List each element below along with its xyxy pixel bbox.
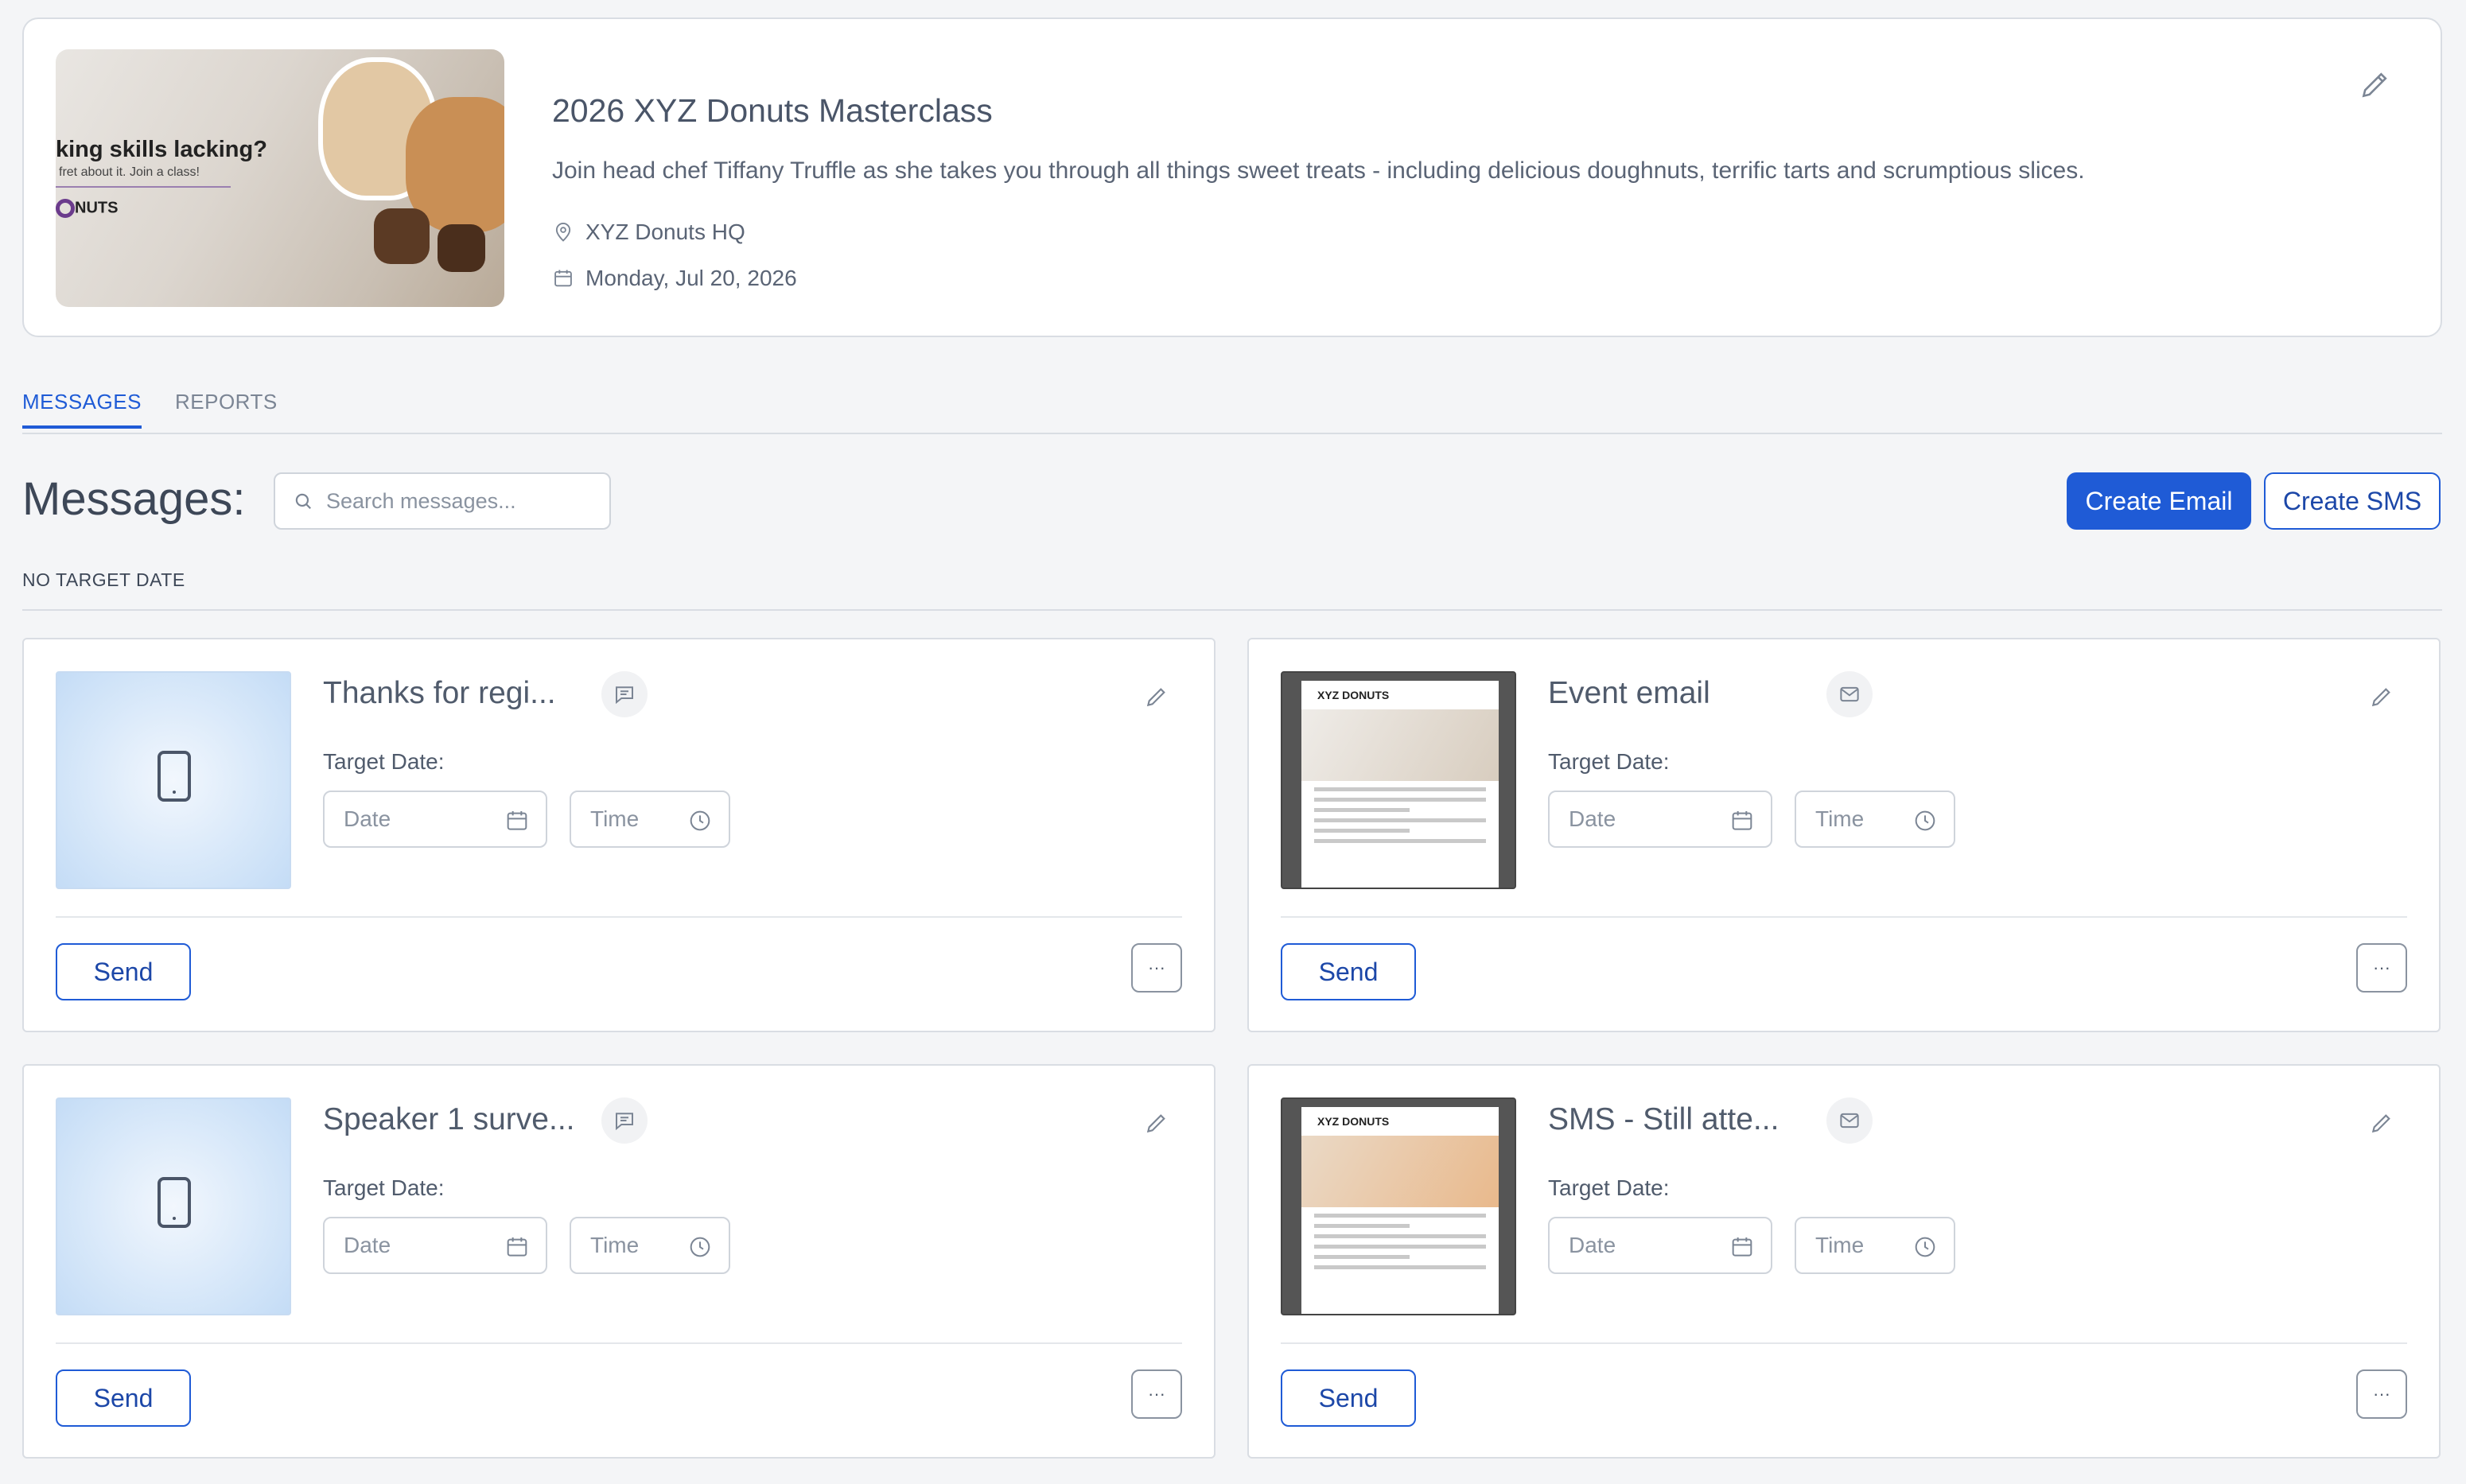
edit-event-icon[interactable] (2358, 67, 2393, 102)
send-button[interactable]: Send (1281, 1369, 1416, 1427)
chat-icon (601, 671, 648, 717)
edit-message-icon[interactable] (1144, 1110, 1169, 1136)
edit-message-icon[interactable] (1144, 684, 1169, 709)
email-preview-hero (1301, 1136, 1499, 1207)
date-field[interactable]: Date (1548, 791, 1772, 848)
event-description: Join head chef Tiffany Truffle as she ta… (552, 157, 2085, 184)
message-card: Thanks for regi... Target Date: Date Tim… (22, 638, 1215, 1032)
time-placeholder: Time (1815, 1233, 1865, 1257)
target-date-label: Target Date: (1548, 1175, 1670, 1200)
message-title: Thanks for regi... (323, 676, 556, 710)
date-placeholder: Date (1569, 806, 1616, 831)
message-card: XYZ DONUTS Event email Target Date: Date… (1247, 638, 2441, 1032)
calendar-icon (507, 811, 527, 830)
tab-bar: MESSAGES REPORTS (22, 390, 2442, 434)
tab-messages[interactable]: MESSAGES (22, 390, 142, 429)
phone-icon (158, 1177, 191, 1228)
thumbnail-headline: king skills lacking? (56, 137, 267, 162)
date-field[interactable]: Date (1548, 1217, 1772, 1274)
email-preview-logo: XYZ DONUTS (1317, 689, 1390, 701)
event-date-text: Monday, Jul 20, 2026 (585, 266, 797, 290)
thumbnail-subline: fret about it. Join a class! (59, 165, 200, 179)
search-box (274, 472, 611, 530)
time-placeholder: Time (590, 806, 640, 831)
mail-icon (1826, 671, 1873, 717)
event-location-text: XYZ Donuts HQ (585, 219, 745, 244)
clock-icon (1915, 1237, 1935, 1257)
create-sms-button[interactable]: Create SMS (2264, 472, 2441, 530)
time-field[interactable]: Time (570, 791, 730, 848)
card-divider (1281, 916, 2407, 918)
tab-reports[interactable]: REPORTS (175, 390, 278, 425)
time-field[interactable]: Time (570, 1217, 730, 1274)
location-pin-icon (555, 223, 571, 242)
email-thumbnail[interactable]: XYZ DONUTS (1281, 671, 1516, 889)
donut-logo-icon (56, 199, 75, 218)
calendar-icon (1732, 1237, 1752, 1257)
date-field[interactable]: Date (323, 791, 547, 848)
more-options-button[interactable]: ··· (1131, 1369, 1182, 1419)
send-button[interactable]: Send (1281, 943, 1416, 1000)
clock-icon (690, 1237, 710, 1257)
chat-icon (601, 1097, 648, 1144)
sms-thumbnail[interactable] (56, 1097, 291, 1315)
time-field[interactable]: Time (1795, 791, 1955, 848)
date-placeholder: Date (344, 806, 391, 831)
edit-message-icon[interactable] (2369, 684, 2394, 709)
calendar-icon (507, 1237, 527, 1257)
thumbnail-logo-text: NUTS (75, 199, 119, 217)
send-button[interactable]: Send (56, 1369, 191, 1427)
search-input[interactable] (326, 488, 581, 514)
email-preview: XYZ DONUTS (1301, 681, 1499, 888)
date-placeholder: Date (1569, 1233, 1616, 1257)
calendar-icon (554, 270, 572, 287)
create-email-button[interactable]: Create Email (2067, 472, 2251, 530)
card-divider (56, 1342, 1182, 1344)
card-divider (56, 916, 1182, 918)
event-location: XYZ Donuts HQ (552, 219, 745, 245)
email-preview-hero (1301, 709, 1499, 781)
time-field[interactable]: Time (1795, 1217, 1955, 1274)
message-title: Event email (1548, 676, 1710, 710)
mail-icon (1826, 1097, 1873, 1144)
more-options-button[interactable]: ··· (1131, 943, 1182, 993)
email-thumbnail[interactable]: XYZ DONUTS (1281, 1097, 1516, 1315)
event-thumbnail: king skills lacking? fret about it. Join… (56, 49, 504, 307)
section-label: NO TARGET DATE (22, 569, 185, 590)
card-divider (1281, 1342, 2407, 1344)
message-card: Speaker 1 surve... Target Date: Date Tim… (22, 1064, 1215, 1459)
clock-icon (690, 810, 710, 831)
message-title: Speaker 1 surve... (323, 1102, 575, 1136)
sms-thumbnail[interactable] (56, 671, 291, 889)
more-options-button[interactable]: ··· (2356, 943, 2407, 993)
email-preview-logo: XYZ DONUTS (1317, 1115, 1390, 1128)
target-date-label: Target Date: (323, 749, 445, 774)
email-preview: XYZ DONUTS (1301, 1107, 1499, 1314)
section-divider (22, 609, 2442, 611)
target-date-label: Target Date: (1548, 749, 1670, 774)
message-title: SMS - Still atte... (1548, 1102, 1779, 1136)
search-icon (295, 493, 311, 509)
edit-message-icon[interactable] (2369, 1110, 2394, 1136)
message-card: XYZ DONUTS SMS - Still atte... Target Da… (1247, 1064, 2441, 1459)
send-button[interactable]: Send (56, 943, 191, 1000)
more-options-button[interactable]: ··· (2356, 1369, 2407, 1419)
time-placeholder: Time (590, 1233, 640, 1257)
event-title: 2026 XYZ Donuts Masterclass (552, 92, 993, 129)
thumbnail-logo: NUTS (56, 199, 118, 218)
page-title: Messages: (22, 473, 246, 525)
clock-icon (1915, 810, 1935, 831)
event-date: Monday, Jul 20, 2026 (552, 266, 797, 291)
date-placeholder: Date (344, 1233, 391, 1257)
calendar-icon (1732, 811, 1752, 830)
target-date-label: Target Date: (323, 1175, 445, 1200)
time-placeholder: Time (1815, 806, 1865, 831)
event-card: king skills lacking? fret about it. Join… (22, 17, 2442, 337)
thumbnail-divider (56, 186, 231, 188)
phone-icon (158, 751, 191, 802)
date-field[interactable]: Date (323, 1217, 547, 1274)
